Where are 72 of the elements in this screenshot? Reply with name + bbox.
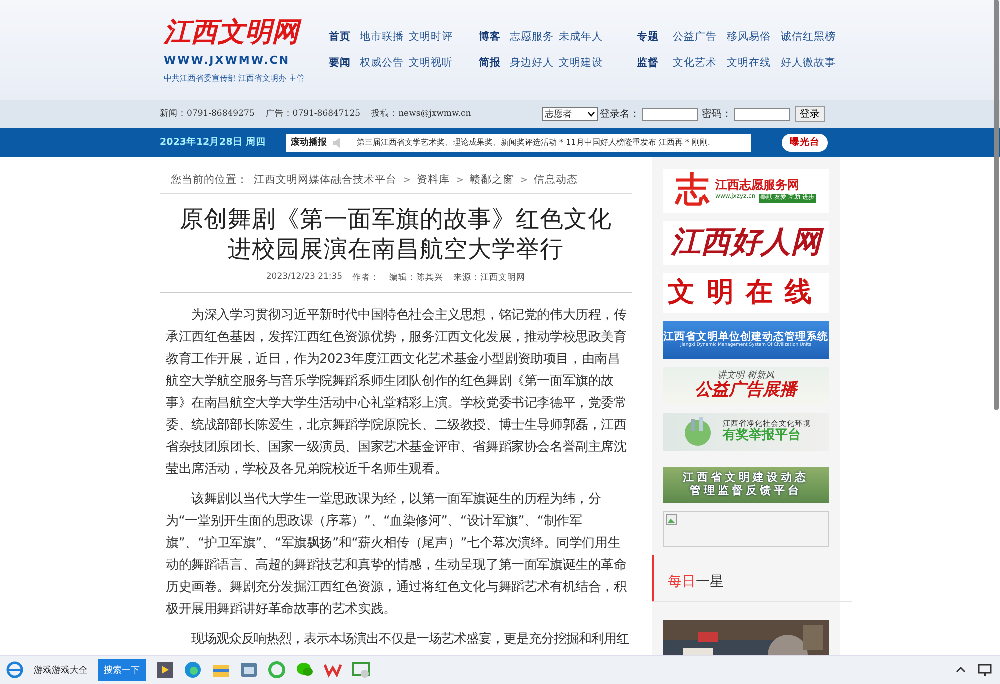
login-button[interactable]: 登录	[795, 106, 826, 122]
contact-info: 新闻：0791-86849275	[160, 108, 255, 120]
nav-link[interactable]: 志愿服务	[510, 30, 554, 44]
breadcrumb-label: 您当前的位置：	[171, 173, 248, 187]
nav-link[interactable]: 移风易俗	[727, 30, 771, 44]
nav-heading[interactable]: 专题	[637, 30, 659, 44]
contact-info: 广告：0791-86847125	[266, 108, 361, 120]
nav-link[interactable]: 文明在线	[727, 56, 771, 70]
broken-image-icon	[666, 514, 678, 526]
ie-icon[interactable]	[268, 661, 286, 680]
breadcrumb-link[interactable]: 资料库	[416, 173, 450, 187]
caret-icon	[588, 112, 596, 116]
section-heading: 每日 一星	[652, 555, 852, 602]
public-ad-banner[interactable]: 讲文明 树新风 公益广告展播	[663, 367, 829, 405]
search-button[interactable]: 搜索一下	[98, 659, 146, 682]
nav-link[interactable]: 好人微故事	[781, 56, 836, 70]
monitor-icon[interactable]	[352, 661, 370, 680]
article-paragraph: 该舞剧以当代大学生一堂思政课为经，以第一面军旗诞生的历程为纬，分为“一堂别开生面的思政课（序幕）”、“血染修河”、“设计军旗”、“制作军旗”、“护卫军旗”、“军旗飘扬”和“薪火相传（尾声）”七个幕次演绎。同学们用生动的舞蹈语言、高超的舞蹈技艺和真挚的情感，生动呈现了第一面军旗诞生的革命历史画卷。舞剧充分发掘江西红色资源，通过将红色文化与舞蹈艺术有机结合，积极开展用舞蹈讲好革命故事的艺术实践。	[166, 491, 628, 619]
nav-link[interactable]: 文明时评	[409, 30, 453, 44]
nav-link[interactable]: 诚信红黑榜	[781, 30, 836, 44]
article-meta: 作者：	[352, 272, 380, 284]
nav-link[interactable]: 公益广告	[673, 30, 717, 44]
media-player-icon[interactable]	[156, 661, 174, 680]
current-date: 2023年12月28日 周四	[160, 136, 268, 149]
window-icon[interactable]	[240, 661, 258, 680]
nav-heading[interactable]: 要闻	[329, 56, 351, 70]
nav-link[interactable]: 身边好人	[510, 56, 554, 70]
nav-heading[interactable]: 博客	[479, 30, 501, 44]
article-paragraph: 为深入学习贯彻习近平新时代中国特色社会主义思想，铭记党的伟大历程，传承江西红色基因，发挥江西红色资源优势，服务江西文化发展，推动学校思政美育教育工作开展，近日，作为2023年度江西文化艺术基金小型剧资助项目，由南昌航空大学航空服务与音乐学院舞蹈系师生团队创作的红色舞剧《第一面军旗的故事》在南昌航空大学大学生活动中心礼堂精彩上演。学校党委书记李德平，党委常委、统战部部长陈爱生，北京舞蹈学院原院长、二级教授、博士生导师郭磊，江西省杂技团原团长、国家一级演员、国家艺术基金评审、省舞蹈家协会名誉副主席沈莹出席活动，学校及各兄弟院校近千名师生观看。	[166, 307, 628, 479]
nav-link[interactable]: 文明建设	[559, 56, 603, 70]
article-meta: 2023/12/23 21:35	[266, 272, 343, 284]
banner-title: 江西省文明单位创建动态管理系统	[664, 331, 828, 344]
article-title: 原创舞剧《第一面军旗的故事》红色文化	[179, 204, 613, 234]
good-people-banner[interactable]: 江西好人网	[663, 221, 829, 265]
nav-link[interactable]: 地市联播	[360, 30, 404, 44]
nav-link[interactable]: 文化艺术	[673, 56, 717, 70]
password-field[interactable]	[734, 108, 790, 120]
nav-heading[interactable]: 简报	[479, 56, 501, 70]
nav-heading[interactable]: 监督	[637, 56, 659, 70]
banner-title: 公益广告展播	[695, 381, 797, 401]
username-label: 登录名：	[600, 108, 640, 121]
exposure-button[interactable]: 曝光台	[782, 134, 828, 152]
logo-mark: 志	[676, 171, 710, 211]
breadcrumb-link[interactable]: 赣鄱之窗	[470, 173, 514, 187]
breadcrumb-separator: >	[520, 174, 528, 186]
search-app-label[interactable]: 游戏游戏大全	[34, 664, 88, 677]
username-field[interactable]	[642, 108, 698, 120]
breadcrumb-separator: >	[403, 174, 411, 186]
banner-title: 江西省文明建设动态	[683, 472, 809, 484]
banner-subtitle: 管理监督反馈平台	[690, 485, 802, 498]
banner-title: 有奖举报平台	[723, 428, 802, 444]
article-paragraph: 现场观众反响热烈，表示本场演出不仅是一场艺术盛宴，更是充分挖掘和利用红	[190, 631, 630, 649]
article-meta: 来源：江西文明网	[454, 272, 526, 284]
password-label: 密码：	[702, 108, 732, 121]
banner-title: 江西志愿服务网	[716, 178, 801, 192]
nav-link[interactable]: 文明视听	[409, 56, 453, 70]
role-select[interactable]: 志愿者	[542, 107, 598, 121]
nav-heading[interactable]: 首页	[329, 30, 351, 44]
site-subtitle: 中共江西省委宣传部 江西省文明办 主管	[164, 73, 306, 84]
ticker-label: 滚动播报	[291, 136, 327, 149]
article-title: 进校园展演在南昌航空大学举行	[227, 234, 565, 264]
breadcrumb-link[interactable]: 江西文明网媒体融合技术平台	[254, 173, 397, 187]
breadcrumb-separator: >	[456, 174, 464, 186]
browser-icon[interactable]	[6, 661, 24, 680]
banner-subtitle: 讲文明 树新风	[718, 371, 774, 382]
ticker-text[interactable]: 第三届江西省文学艺术奖、理论成果奖、新闻奖评选活动 * 11月中国好人榜隆重发布 江西再 * 刚刚.	[357, 137, 710, 148]
article-meta: 编辑：陈其兴	[390, 272, 444, 284]
nav-link[interactable]: 未成年人	[559, 30, 603, 44]
breadcrumb-link[interactable]: 信息动态	[534, 173, 578, 187]
contact-info: 投稿：news@jxwmw.cn	[372, 108, 472, 120]
nav-link[interactable]: 权威公告	[360, 56, 404, 70]
site-url: WWW.JXWMW.CN	[164, 54, 290, 67]
